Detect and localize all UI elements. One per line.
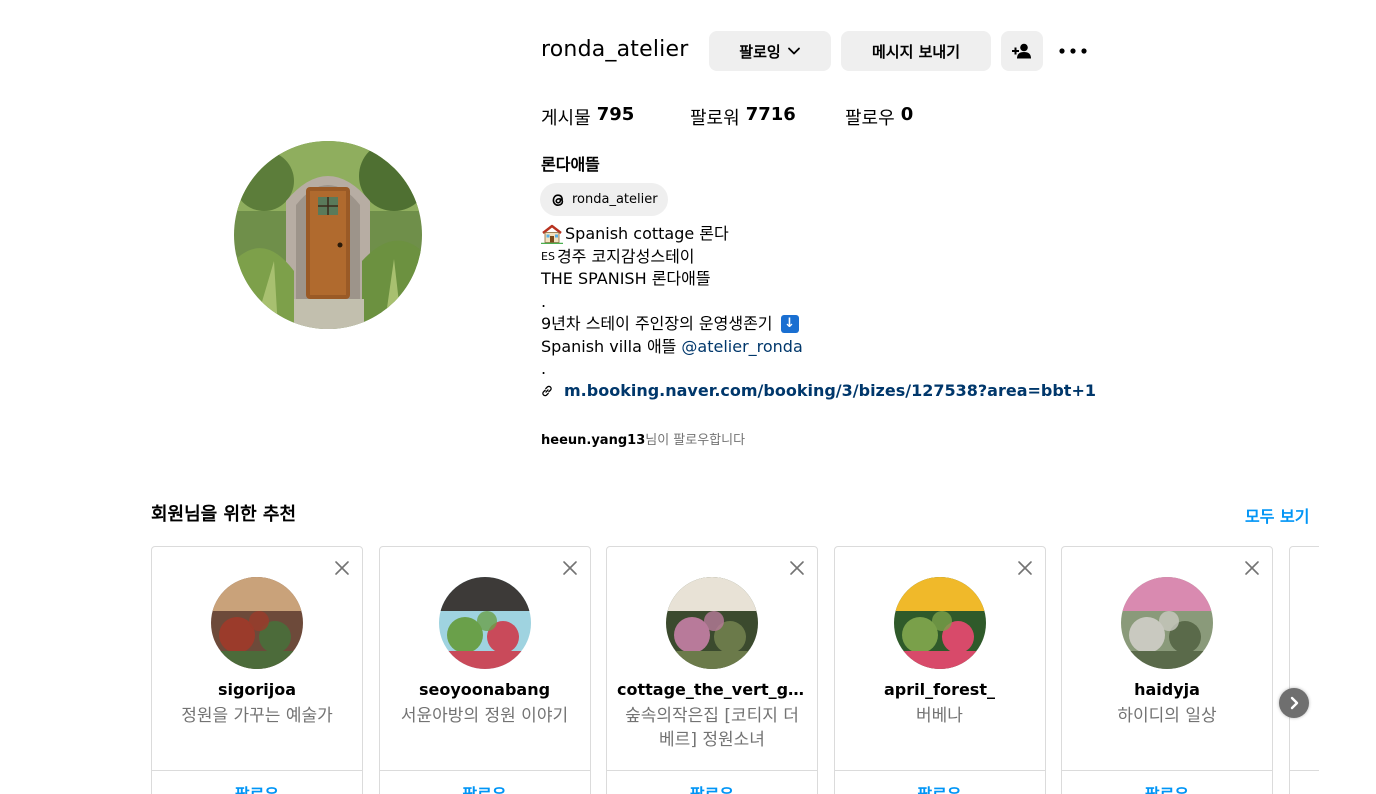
suggestions-title: 회원님을 위한 추천 [151,504,297,525]
card-divider [1289,770,1319,771]
following-button-label: 팔로잉 [739,42,781,61]
profile-full-name: 론다애뜰 [541,155,600,174]
suggestion-description: 정원을 가꾸는 예술가 [181,706,333,726]
bio-line-5: 9년차 스테이 주인장의 운영생존기 ↓ [541,313,803,336]
bio-text-6: Spanish villa 애뜰 [541,336,677,356]
followed-by-suffix: 님이 팔로우합니다 [645,433,746,448]
link-icon [542,385,552,396]
suggestion-description: 하이디의 일상 [1117,706,1217,726]
following-stat[interactable]: 팔로우 0 [845,104,913,130]
threads-badge[interactable]: ronda_atelier [540,183,668,216]
chevron-down-icon [787,47,800,55]
see-all-link[interactable]: 모두 보기 [1245,503,1309,527]
bio-line-6: Spanish villa 애뜰 @atelier_ronda [541,336,803,359]
suggestion-card[interactable]: cottage_the_vert_garden 숲속의작은집 [코티지 더베르] … [606,546,818,794]
bio-line-3: THE SPANISH 론다애뜰 [541,269,711,288]
posts-stat: 게시물 795 [541,104,690,130]
person-add-icon [1012,43,1031,59]
message-button[interactable]: 메시지 보내기 [841,31,991,71]
es-flag-icon: ES [541,249,555,263]
follow-button[interactable]: 팔로우 [607,781,817,794]
suggestion-username[interactable]: april_forest_ [845,680,1035,699]
suggestion-avatar-image [211,577,303,669]
profile-username: ronda_atelier [541,37,689,62]
posts-label: 게시물 [541,108,591,129]
profile-website-link[interactable]: m.booking.naver.com/booking/3/bizes/1275… [540,381,1096,400]
suggestion-avatar-image [893,577,986,669]
suggestion-avatar-image [1121,577,1213,669]
bio-text-5: 9년차 스테이 주인장의 운영생존기 [541,314,773,333]
suggestion-avatar[interactable] [438,577,531,669]
suggestion-card[interactable]: seoyoonabang 서윤아방의 정원 이야기팔로우 [378,546,591,794]
close-icon[interactable] [1016,559,1034,577]
suggestion-avatar-image [666,577,758,669]
follow-button[interactable]: 팔로우 [1062,781,1272,794]
followers-stat[interactable]: 팔로워 7716 [690,104,845,130]
website-url[interactable]: m.booking.naver.com/booking/3/bizes/1275… [564,381,1096,400]
bio-line-1: Spanish cottage 론다 [541,223,803,246]
close-icon[interactable] [561,559,579,577]
suggestion-card[interactable] [1288,546,1319,794]
suggestion-card[interactable]: april_forest_ 버베나팔로우 [833,546,1046,794]
close-icon[interactable] [333,559,351,577]
followed-by-text[interactable]: heeun.yang13님이 팔로우합니다 [541,429,745,448]
followers-count: 7716 [745,104,796,125]
more-options-button[interactable] [1056,36,1090,66]
card-divider [607,770,817,771]
card-divider [1062,770,1272,771]
house-emoji-icon [541,225,563,245]
suggestion-username[interactable]: haidyja [1072,680,1262,699]
suggestion-avatar-image [438,577,531,669]
suggested-accounts-button[interactable] [1001,31,1043,71]
carousel-next-button[interactable] [1279,688,1309,718]
suggestion-card[interactable]: haidyja 하이디의 일상팔로우 [1061,546,1273,794]
bio-text-1: Spanish cottage 론다 [565,224,729,243]
threads-handle: ronda_atelier [572,192,658,207]
suggestion-description: 숲속의작은집 [코티지 더베르] 정원소녀 [625,706,799,750]
suggestion-avatar[interactable] [666,577,758,669]
suggestion-username[interactable]: sigorijoa [162,680,352,699]
message-button-label: 메시지 보내기 [871,42,961,61]
posts-count: 795 [596,104,635,125]
card-divider [834,770,1045,771]
follow-button[interactable]: 팔로우 [152,781,362,794]
card-divider [152,770,362,771]
follow-button[interactable]: 팔로우 [835,781,1045,794]
followers-label: 팔로워 [690,108,740,129]
bio-line-4: . [541,291,547,311]
chevron-right-icon [1290,696,1299,710]
suggestion-card[interactable]: sigorijoa 정원을 가꾸는 예술가팔로우 [151,546,363,794]
card-divider [379,770,590,771]
profile-stats: 게시물 795 팔로워 7716 팔로우 0 [541,104,913,130]
suggestion-description: 서윤아방의 정원 이야기 [400,706,569,726]
bio-line-7: . [541,359,547,378]
profile-avatar[interactable] [234,141,422,329]
suggestion-username[interactable]: seoyoonabang [390,680,580,699]
down-arrow-emoji-icon: ↓ [780,315,799,334]
threads-icon [552,193,564,206]
more-horizontal-icon [1059,48,1087,54]
suggestion-avatar[interactable] [1121,577,1213,669]
suggestions-carousel: sigorijoa 정원을 가꾸는 예술가팔로우 seoyoonabang 서윤아방의… [151,546,1319,794]
following-count: 0 [900,104,914,125]
profile-bio: Spanish cottage 론다 ES 경주 코지감성스테이 THE SPA… [541,223,803,381]
suggestion-avatar[interactable] [893,577,986,669]
following-label: 팔로우 [845,108,895,129]
suggestion-username[interactable]: cottage_the_vert_garden [617,680,807,699]
follow-button[interactable]: 팔로우 [380,781,590,794]
following-button[interactable]: 팔로잉 [709,31,831,71]
bio-text-2: 경주 코지감성스테이 [556,246,695,266]
close-icon[interactable] [788,559,806,577]
suggestion-avatar[interactable] [211,577,303,669]
avatar-garden-door-image [234,141,422,329]
suggestion-description: 버베나 [916,706,963,726]
bio-line-2: ES 경주 코지감성스테이 [541,246,803,269]
close-icon[interactable] [1243,559,1261,577]
followed-by-user[interactable]: heeun.yang13 [541,433,645,448]
bio-mention-link[interactable]: @atelier_ronda [681,336,802,359]
